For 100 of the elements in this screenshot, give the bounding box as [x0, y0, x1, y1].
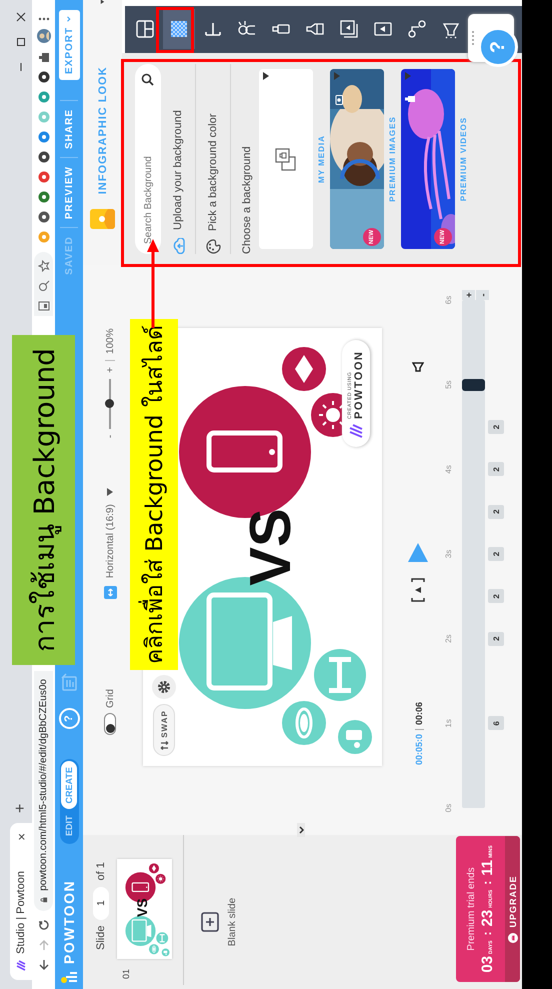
category-label: MY MEDIA — [317, 135, 326, 183]
settings-icon — [157, 680, 171, 694]
cloud-upload-icon — [172, 238, 184, 254]
extension-icon[interactable] — [36, 70, 50, 84]
scene-marker[interactable]: 2 — [488, 504, 504, 519]
scene-marker[interactable]: 2 — [488, 589, 504, 604]
playhead[interactable] — [462, 378, 485, 391]
checkerboard-icon — [169, 20, 189, 40]
photo-frame-icon — [339, 20, 359, 40]
star-icon[interactable] — [38, 260, 50, 272]
orientation-label[interactable]: Horizontal (16:9) — [104, 504, 116, 578]
tutorial-title: การใช้เมนู Background — [12, 335, 75, 665]
time-tick: 4s — [444, 465, 453, 474]
dumbbell-circle-drawing — [314, 649, 366, 701]
url-text: powtoon.com/html5-studio/#/edit/dgBbCZEus0o — [38, 679, 49, 891]
caret-icon[interactable] — [106, 488, 114, 496]
slide-number-field[interactable]: 1 — [93, 886, 109, 920]
puzzle-icon[interactable] — [36, 50, 50, 64]
scene-marker[interactable]: 2 — [488, 547, 504, 561]
avatar-icon[interactable] — [36, 28, 52, 44]
countdown-separator: : — [480, 880, 494, 885]
scene-marker[interactable]: 2 — [488, 462, 504, 476]
caret-icon — [66, 16, 72, 22]
zoom-reading: 100% — [104, 328, 116, 354]
search-field[interactable]: Search Background — [135, 64, 161, 254]
tab-close-button[interactable]: × — [14, 831, 28, 843]
timeline-zoom-button[interactable]: + — [462, 290, 475, 300]
countdown-value: 23 — [478, 910, 496, 926]
time-tick: 0s — [444, 804, 453, 812]
slide-thumbnail[interactable]: VS — [117, 859, 172, 959]
search-icon[interactable] — [141, 73, 154, 86]
callout-label: คลิกเพื่อใส่ Background ในสไลด์ — [130, 319, 178, 670]
preview-frame-icon[interactable] — [410, 578, 424, 602]
section-label: Choose a background — [241, 145, 253, 254]
discs-circle-drawing — [282, 701, 326, 745]
lock-icon — [38, 896, 48, 903]
settings-button[interactable] — [152, 675, 176, 699]
trial-title: Premium trial ends — [466, 867, 476, 951]
upload-link[interactable]: Upload your background — [172, 110, 184, 254]
caret-icon[interactable] — [98, 0, 107, 4]
timeline-zoom-button[interactable]: - — [476, 290, 489, 300]
save-status: SAVED — [64, 236, 74, 275]
caret-icon — [404, 72, 412, 80]
caret-icon — [333, 72, 341, 80]
swap-icon — [160, 740, 168, 750]
slider-thumb[interactable] — [105, 398, 114, 408]
address-bar[interactable]: powtoon.com/html5-studio/#/edit/dgBbCZEus0o — [34, 671, 53, 911]
grip-icon[interactable] — [471, 30, 475, 46]
palette-icon — [206, 239, 220, 254]
swap-button[interactable]: SWAP — [153, 704, 175, 756]
page-icon[interactable] — [38, 300, 50, 312]
time-tick: 1s — [444, 719, 453, 728]
add-slide-icon[interactable] — [201, 912, 219, 932]
maximize-icon[interactable] — [16, 37, 26, 47]
slide-count: of 1 — [95, 862, 107, 881]
scene-marker[interactable]: 2 — [488, 632, 504, 646]
current-time: 00:05:0 — [414, 734, 424, 765]
new-tab-button[interactable]: + — [10, 802, 32, 815]
slide-text: VS — [134, 898, 150, 917]
crown-icon — [508, 932, 518, 943]
time-tick: 2s — [444, 634, 453, 643]
grid-toggle[interactable] — [104, 713, 116, 735]
countdown-value: 11 — [478, 860, 496, 876]
zoom-out-button[interactable]: - — [104, 434, 116, 438]
extension-icon[interactable] — [36, 210, 50, 224]
back-icon[interactable] — [38, 959, 50, 971]
logo-text: POWTOON — [61, 880, 77, 964]
scene-marker[interactable]: 2 — [488, 420, 504, 434]
resize-icon[interactable] — [104, 586, 116, 600]
collapse-button[interactable] — [297, 823, 305, 837]
slide-label: Slide — [95, 926, 107, 950]
highlight-frame — [156, 7, 194, 53]
reload-icon[interactable] — [38, 919, 50, 931]
camera-icon — [334, 95, 343, 105]
browser-tab[interactable]: Studio | Powtoon × — [10, 823, 32, 980]
countdown-value: 03 — [478, 956, 496, 973]
connector-icon — [407, 20, 427, 40]
category-label: PREMIUM VIDEOS — [459, 116, 468, 202]
time-tick: 5s — [444, 380, 453, 389]
brand-mark-icon — [348, 423, 364, 439]
zoom-in-button[interactable]: + — [104, 366, 116, 373]
close-icon[interactable] — [16, 12, 26, 22]
address-bar-end[interactable] — [34, 252, 53, 316]
category-label: PREMIUM IMAGES — [388, 116, 397, 202]
zoom-icon[interactable] — [38, 280, 50, 292]
scene-marker[interactable]: 6 — [488, 716, 504, 730]
grid-label: Grid — [104, 689, 116, 708]
time-tick: 6s — [444, 296, 453, 304]
time-tick: 3s — [444, 550, 453, 558]
app-logo-icon — [15, 960, 27, 972]
slide-title: VS — [238, 508, 303, 586]
caret-icon — [262, 72, 270, 80]
color-picker-link[interactable]: Pick a background color — [206, 114, 220, 254]
upgrade-button[interactable]: UPGRADE — [505, 836, 520, 982]
total-time: 00:06 — [414, 702, 424, 725]
layout-icon — [135, 20, 155, 40]
chevron-icon — [298, 826, 304, 834]
blank-slide-label[interactable]: Blank slide — [227, 898, 238, 946]
extension-icon[interactable] — [36, 150, 50, 164]
menu-icon[interactable] — [36, 16, 50, 22]
